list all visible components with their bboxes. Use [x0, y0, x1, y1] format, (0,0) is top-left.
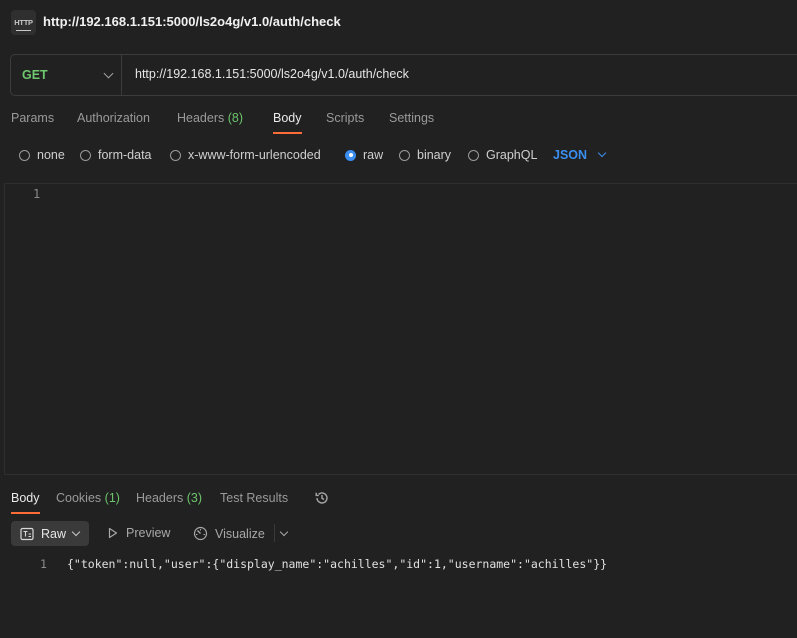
radio-none-label: none — [37, 148, 65, 162]
http-request-icon: HTTP — [11, 10, 36, 35]
response-tab-test-results[interactable]: Test Results — [220, 491, 288, 505]
method-label: GET — [22, 68, 48, 82]
tab-headers[interactable]: Headers (8) — [177, 111, 243, 125]
radio-none[interactable]: none — [19, 148, 65, 162]
radio-binary[interactable]: binary — [399, 148, 451, 162]
response-tab-cookies-label: Cookies — [56, 491, 102, 505]
response-json: {"token":null,"user":{"display_name":"ac… — [67, 557, 608, 571]
url-input[interactable] — [135, 67, 735, 81]
radio-urlencoded[interactable]: x-www-form-urlencoded — [170, 148, 321, 162]
body-type-selector: none form-data x-www-form-urlencoded raw… — [0, 145, 797, 165]
response-tab-headers-label: Headers — [136, 491, 184, 505]
response-body[interactable]: 1 {"token":null,"user":{"display_name":"… — [0, 555, 797, 575]
visualize-chevron-down-icon[interactable] — [279, 527, 289, 537]
preview-label: Preview — [126, 526, 171, 540]
radio-urlencoded-label: x-www-form-urlencoded — [188, 148, 321, 162]
chevron-down-icon — [71, 527, 81, 537]
radio-dot — [468, 149, 479, 161]
toolbar-divider — [274, 524, 275, 542]
raw-format-dropdown[interactable]: Raw — [11, 521, 89, 546]
radio-form-data-label: form-data — [98, 148, 152, 162]
method-dropdown[interactable]: GET — [11, 55, 122, 95]
tab-headers-label: Headers — [177, 111, 225, 125]
request-tabs: Params Authorization Headers (8) Body Sc… — [0, 104, 797, 136]
active-tab-indicator — [273, 132, 302, 134]
radio-raw-label: raw — [363, 148, 384, 162]
language-dropdown[interactable]: JSON — [553, 148, 607, 162]
visualize-button[interactable]: Visualize — [193, 526, 265, 541]
http-badge-text: HTTP — [14, 18, 33, 27]
response-line-number: 1 — [40, 557, 47, 571]
response-tab-cookies[interactable]: Cookies (1) — [56, 491, 120, 505]
text-format-icon — [20, 527, 34, 540]
radio-dot — [19, 149, 30, 161]
tab-body[interactable]: Body — [273, 111, 302, 125]
line-number: 1 — [33, 187, 41, 201]
radio-raw[interactable]: raw — [345, 148, 383, 162]
preview-button[interactable]: Preview — [107, 526, 170, 540]
request-title[interactable]: http://192.168.1.151:5000/ls2o4g/v1.0/au… — [43, 14, 341, 29]
gauge-icon — [193, 526, 208, 541]
radio-dot — [170, 149, 181, 161]
request-body-editor[interactable]: 1 — [4, 183, 797, 475]
tab-settings[interactable]: Settings — [389, 111, 434, 125]
response-toolbar: Raw Preview Visualize — [0, 521, 797, 547]
tab-authorization[interactable]: Authorization — [77, 111, 150, 125]
chevron-down-icon — [597, 148, 607, 158]
language-label: JSON — [553, 148, 588, 162]
radio-binary-label: binary — [417, 148, 452, 162]
title-bar: HTTP http://192.168.1.151:5000/ls2o4g/v1… — [0, 0, 797, 44]
radio-graphql-label: GraphQL — [486, 148, 538, 162]
chevron-down-icon — [103, 68, 114, 79]
tab-scripts[interactable]: Scripts — [326, 111, 364, 125]
response-tab-cookies-count: (1) — [104, 491, 120, 505]
response-tabs: Body Cookies (1) Headers (3) Test Result… — [0, 487, 797, 515]
active-tab-indicator — [11, 512, 40, 514]
visualize-label: Visualize — [215, 526, 265, 541]
radio-graphql[interactable]: GraphQL — [468, 148, 537, 162]
tab-params[interactable]: Params — [11, 111, 54, 125]
raw-label: Raw — [41, 526, 67, 541]
response-tab-body[interactable]: Body — [11, 491, 40, 505]
history-icon[interactable] — [314, 490, 330, 506]
response-tab-headers[interactable]: Headers (3) — [136, 491, 202, 505]
radio-form-data[interactable]: form-data — [80, 148, 152, 162]
response-tab-headers-count: (3) — [186, 491, 203, 505]
radio-dot — [399, 149, 410, 161]
radio-dot-selected — [345, 149, 356, 161]
play-icon — [108, 527, 118, 539]
url-bar: GET — [10, 54, 797, 96]
radio-dot — [80, 149, 91, 161]
tab-headers-count: (8) — [227, 111, 244, 125]
